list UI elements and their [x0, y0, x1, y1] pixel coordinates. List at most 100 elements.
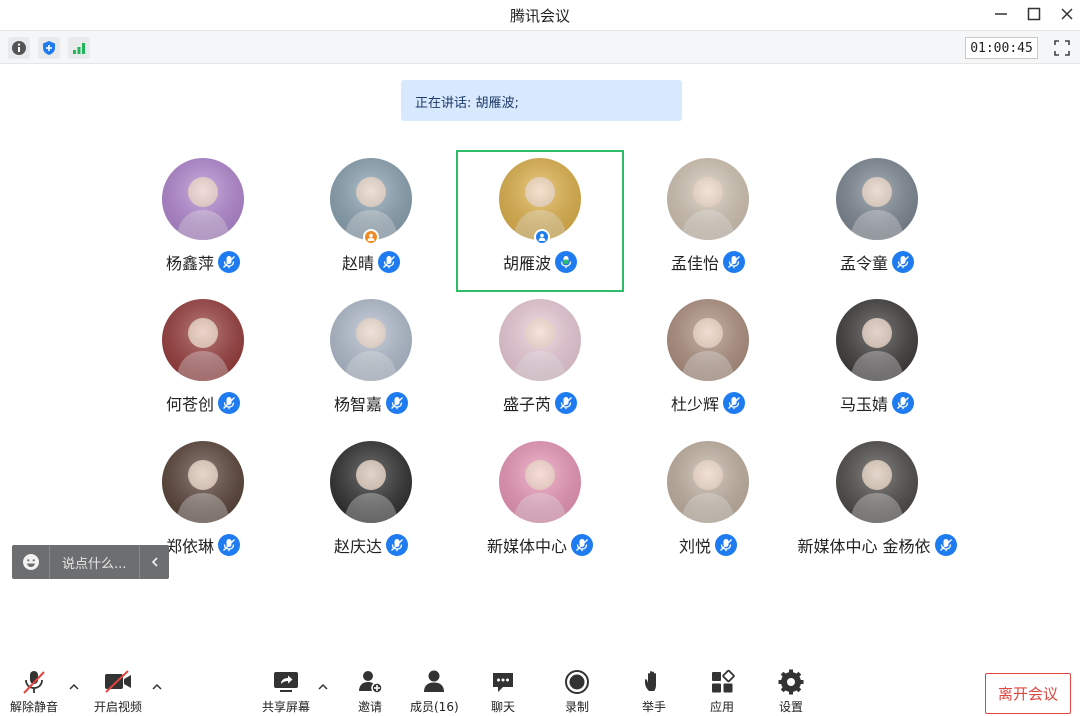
minimize-button[interactable] [988, 3, 1014, 25]
meeting-info-button[interactable] [8, 37, 30, 59]
unmute-button[interactable]: 解除静音 [10, 668, 58, 715]
audio-options-button[interactable] [67, 680, 81, 694]
participant-tile[interactable]: 孟佳怡 [624, 150, 792, 292]
participant-tile[interactable]: 新媒体中心 金杨依 [793, 433, 961, 575]
leave-meeting-button[interactable]: 离开会议 [985, 673, 1071, 714]
share-screen-button[interactable]: 共享屏幕 [262, 668, 310, 715]
gear-icon [778, 669, 804, 695]
mic-muted-icon [723, 392, 745, 414]
participant-tile[interactable]: 新媒体中心 [456, 433, 624, 575]
mic-muted-icon [218, 251, 240, 273]
close-button[interactable] [1054, 3, 1080, 25]
participant-name: 郑依琳 [165, 537, 214, 556]
participant-name: 杜少辉 [670, 395, 719, 414]
record-label: 录制 [564, 700, 589, 714]
participant-tile[interactable]: 刘悦 [624, 433, 792, 575]
settings-button[interactable]: 设置 [775, 668, 807, 715]
raise-hand-button[interactable]: 举手 [638, 668, 670, 715]
participant-name: 孟令童 [839, 254, 888, 273]
security-button[interactable] [38, 37, 60, 59]
avatar [162, 441, 244, 523]
mic-muted-icon [892, 251, 914, 273]
participant-tile[interactable]: 赵晴 [287, 150, 455, 292]
chevron-up-icon [318, 683, 328, 690]
emoji-button[interactable] [12, 545, 50, 579]
share-options-button[interactable] [316, 680, 330, 694]
members-label: 成员(16) [410, 700, 459, 714]
avatar [836, 441, 918, 523]
participant-tile[interactable]: 孟令童 [793, 150, 961, 292]
mic-muted-icon [715, 534, 737, 556]
network-status-button[interactable] [68, 37, 90, 59]
participant-tile[interactable]: 何苍创 [119, 291, 287, 433]
participant-tile[interactable]: 马玉婧 [793, 291, 961, 433]
unmute-label: 解除静音 [10, 700, 59, 714]
mic-muted-icon [723, 251, 745, 273]
chat-input-box[interactable]: 说点什么... [12, 545, 169, 579]
window-title: 腾讯会议 [509, 7, 570, 25]
host-badge-icon [363, 229, 379, 245]
apps-button[interactable]: 应用 [706, 668, 738, 715]
speaking-indicator: 正在讲话: 胡雁波; [401, 80, 682, 121]
participant-name: 杨鑫萍 [165, 254, 214, 273]
participant-name-row: 孟佳怡 [624, 250, 792, 274]
participant-name: 何苍创 [165, 395, 214, 414]
members-icon [424, 670, 445, 692]
participant-name: 新媒体中心 金杨依 [797, 537, 931, 556]
participant-name: 新媒体中心 [486, 537, 567, 556]
participant-name-row: 赵庆达 [287, 533, 455, 557]
chat-placeholder[interactable]: 说点什么... [50, 553, 139, 572]
apps-label: 应用 [709, 700, 734, 714]
participant-name-row: 盛子芮 [456, 391, 624, 415]
participant-tile[interactable]: 杨鑫萍 [119, 150, 287, 292]
avatar [330, 441, 412, 523]
video-options-button[interactable] [150, 680, 164, 694]
participant-name-row: 新媒体中心 [456, 533, 624, 557]
participant-tile[interactable]: 杜少辉 [624, 291, 792, 433]
apps-icon [712, 669, 735, 693]
camera-off-icon [105, 670, 131, 693]
minimize-icon [995, 13, 1007, 15]
participant-name: 赵庆达 [333, 537, 382, 556]
chevron-up-icon [69, 683, 79, 690]
maximize-button[interactable] [1021, 3, 1047, 25]
avatar [499, 299, 581, 381]
chevron-up-icon [152, 683, 162, 690]
participant-tile[interactable]: 盛子芮 [456, 291, 624, 433]
record-button[interactable]: 录制 [561, 668, 593, 715]
chat-label: 聊天 [490, 700, 515, 714]
mic-muted-icon [892, 392, 914, 414]
mic-muted-icon [386, 534, 408, 556]
participant-name-row: 刘悦 [624, 533, 792, 557]
settings-label: 设置 [778, 700, 803, 714]
participant-name-row: 胡雁波 [458, 250, 622, 274]
participant-name: 胡雁波 [502, 254, 551, 273]
participant-tile[interactable]: 胡雁波 [456, 150, 624, 292]
avatar [499, 158, 581, 240]
share-screen-icon [274, 672, 298, 692]
participant-tile[interactable]: 杨智嘉 [287, 291, 455, 433]
participant-name: 刘悦 [678, 537, 711, 556]
record-icon [565, 670, 589, 694]
start-video-label: 开启视频 [94, 700, 143, 714]
info-icon [12, 41, 26, 55]
collapse-chat-button[interactable] [139, 545, 169, 579]
start-video-button[interactable]: 开启视频 [94, 668, 142, 715]
participant-name: 赵晴 [341, 254, 374, 273]
maximize-icon [1027, 7, 1041, 21]
participant-name-row: 赵晴 [287, 250, 455, 274]
participant-name-row: 马玉婧 [793, 391, 961, 415]
close-icon [1061, 8, 1073, 20]
invite-icon [359, 671, 383, 694]
raise-hand-label: 举手 [641, 700, 666, 714]
mic-muted-icon [218, 392, 240, 414]
chat-button[interactable]: 聊天 [487, 668, 519, 715]
fullscreen-button[interactable] [1050, 36, 1074, 60]
avatar [162, 158, 244, 240]
mic-muted-icon [386, 392, 408, 414]
invite-button[interactable]: 邀请 [354, 668, 386, 715]
members-button[interactable]: 成员(16) [410, 668, 459, 715]
avatar [836, 299, 918, 381]
participant-tile[interactable]: 赵庆达 [287, 433, 455, 575]
mic-speaking-icon [555, 251, 577, 273]
